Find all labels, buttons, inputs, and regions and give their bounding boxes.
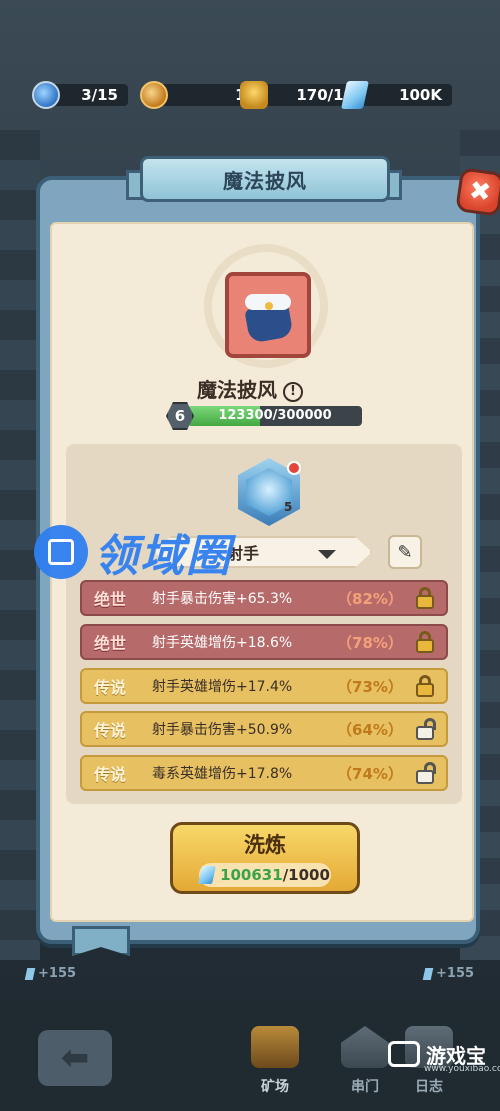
lock-body — [416, 639, 434, 653]
info-icon[interactable]: ! — [283, 381, 303, 402]
compass-blue-icon — [32, 81, 60, 109]
stat-percentile: （82%） — [337, 589, 403, 608]
stat-row: 绝世 射手暴击伤害+65.3% （82%） — [80, 580, 448, 616]
notification-dot — [287, 461, 301, 475]
stat-percentile: （73%） — [337, 677, 403, 696]
resource-value: 100K — [399, 86, 442, 104]
nav-label: 串门 — [351, 1079, 379, 1095]
stat-percentile: （64%） — [337, 720, 403, 739]
stat-percentile: （74%） — [337, 764, 403, 783]
mine-cart-icon — [251, 1026, 299, 1068]
lock-body — [416, 595, 434, 609]
compass-gold-icon — [140, 81, 168, 109]
watermark-logo-mark — [48, 539, 74, 565]
mine-cart-icon — [240, 81, 268, 109]
dialog-title-ribbon: 魔法披风 — [140, 156, 390, 202]
edit-button[interactable]: ✎ — [388, 535, 422, 569]
skill-count: 5 — [284, 500, 293, 514]
nav-label: 日志 — [415, 1079, 443, 1095]
lock-icon[interactable] — [410, 673, 440, 699]
watermark-logo-icon — [34, 525, 88, 579]
stat-row: 传说 毒系英雄增伤+17.8% （74%） — [80, 755, 448, 791]
crystal-icon — [198, 866, 216, 884]
house-icon — [341, 1026, 389, 1068]
cloak-clasp — [265, 302, 273, 310]
stat-row: 绝世 射手英雄增伤+18.6% （78%） — [80, 624, 448, 660]
background-gain-right: +155 — [422, 966, 475, 981]
lock-body — [416, 726, 434, 740]
stat-tier: 绝世 — [93, 590, 126, 609]
lock-icon[interactable] — [410, 585, 440, 611]
xp-progress-bar: 123300/300000 — [188, 406, 362, 426]
resource-crystal[interactable]: 100K — [341, 78, 452, 112]
unlock-icon[interactable] — [410, 716, 440, 742]
stat-description: 射手暴击伤害+65.3% — [152, 591, 293, 607]
brand-url: www.youxibao.com — [424, 1064, 500, 1074]
lock-body — [416, 770, 434, 784]
item-name-row: 魔法披风! — [0, 374, 500, 403]
background-gain-left: +155 — [24, 966, 77, 981]
stat-description: 毒系英雄增伤+17.8% — [152, 766, 293, 782]
crystal-icon — [24, 967, 36, 980]
refine-cost: 100631 /1000 — [198, 863, 331, 887]
stat-tier: 绝世 — [93, 634, 126, 653]
item-icon-frame[interactable] — [225, 272, 311, 358]
close-icon: ✖ — [467, 175, 493, 209]
level-value: 6 — [174, 407, 186, 425]
pencil-icon: ✎ — [397, 541, 413, 563]
resource-value: 3/15 — [81, 86, 118, 104]
xp-text: 123300/300000 — [218, 408, 332, 423]
resource-bar: 3/15 10 170/10 100K — [32, 78, 452, 112]
back-arrow-icon: ⬅ — [60, 1038, 90, 1078]
item-name: 魔法披风 — [197, 378, 277, 402]
stat-description: 射手暴击伤害+50.9% — [152, 722, 293, 738]
chevron-down-icon — [318, 550, 336, 559]
background-gain-value: +155 — [436, 966, 475, 981]
cloak-icon — [241, 288, 295, 344]
crystal-icon — [422, 967, 434, 980]
lock-icon[interactable] — [410, 629, 440, 655]
stat-description: 射手英雄增伤+17.4% — [152, 679, 293, 695]
unlock-icon[interactable] — [410, 760, 440, 786]
stat-description: 射手英雄增伤+18.6% — [152, 635, 293, 651]
resource-compass-blue[interactable]: 3/15 — [32, 78, 128, 112]
stat-tier: 传说 — [93, 721, 126, 740]
refine-label: 洗炼 — [244, 833, 286, 857]
close-button[interactable]: ✖ — [455, 167, 500, 217]
watermark-text: 领域圈 — [94, 531, 232, 582]
gamepad-icon — [388, 1041, 420, 1067]
refine-button[interactable]: 洗炼 100631 /1000 — [170, 822, 360, 894]
stat-row: 传说 射手英雄增伤+17.4% （73%） — [80, 668, 448, 704]
dialog-title: 魔法披风 — [223, 168, 307, 193]
stat-tier: 传说 — [93, 678, 126, 697]
lock-body — [416, 683, 434, 697]
stat-row: 传说 射手暴击伤害+50.9% （64%） — [80, 711, 448, 747]
cost-have: 100631 — [220, 866, 283, 884]
back-button[interactable]: ⬅ — [38, 1030, 112, 1086]
watermark: 领域圈 — [34, 524, 232, 582]
stat-percentile: （78%） — [337, 633, 403, 652]
nav-item-mine[interactable]: 矿场 — [240, 1026, 310, 1106]
stat-tier: 传说 — [93, 765, 126, 784]
background-gain-value: +155 — [38, 966, 77, 981]
nav-label: 矿场 — [261, 1079, 289, 1095]
cost-need: /1000 — [282, 866, 330, 884]
